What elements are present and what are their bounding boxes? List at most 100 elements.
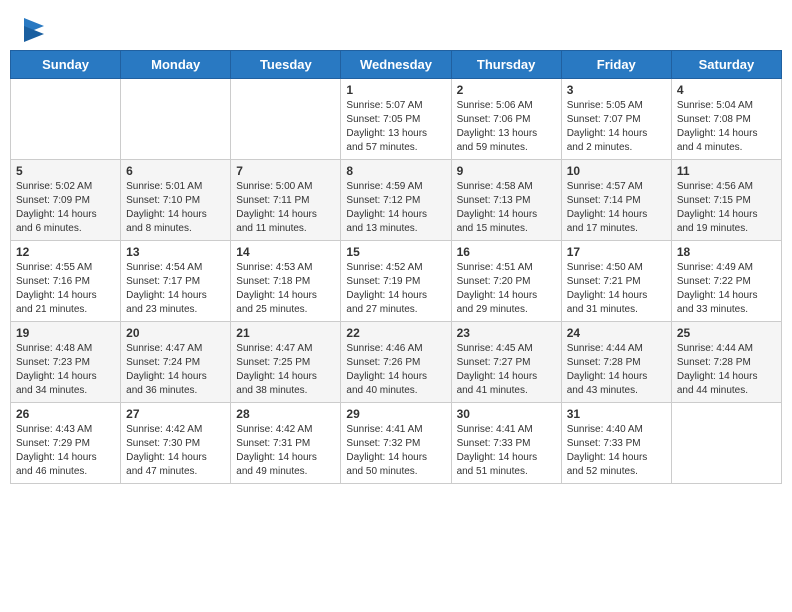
calendar-week-row: 1 Sunrise: 5:07 AMSunset: 7:05 PMDaylight… — [11, 79, 782, 160]
calendar-day-cell: 13 Sunrise: 4:54 AMSunset: 7:17 PMDayligh… — [121, 241, 231, 322]
calendar-day-cell: 8 Sunrise: 4:59 AMSunset: 7:12 PMDaylight… — [341, 160, 451, 241]
day-info: Sunrise: 4:56 AMSunset: 7:15 PMDaylight:… — [677, 180, 776, 236]
calendar-day-cell — [671, 403, 781, 484]
calendar-day-cell: 2Sunrise: 5:06 AMSunset: 7:06 PMDaylight… — [451, 79, 561, 160]
day-info: Sunrise: 5:02 AMSunset: 7:09 PMDaylight:… — [16, 180, 115, 236]
calendar-day-cell: 22 Sunrise: 4:46 AMSunset: 7:26 PMDayligh… — [341, 322, 451, 403]
day-of-week-header: Wednesday — [341, 51, 451, 79]
day-info: Sunrise: 4:57 AMSunset: 7:14 PMDaylight:… — [567, 180, 666, 236]
calendar-day-cell: 16 Sunrise: 4:51 AMSunset: 7:20 PMDayligh… — [451, 241, 561, 322]
day-number: 20 — [126, 326, 225, 340]
calendar-day-cell: 27 Sunrise: 4:42 AMSunset: 7:30 PMDayligh… — [121, 403, 231, 484]
day-info: Sunrise: 4:45 AMSunset: 7:27 PMDaylight:… — [457, 342, 556, 398]
day-number: 3 — [567, 83, 666, 97]
calendar-day-cell: 24Sunrise: 4:44 AMSunset: 7:28 PMDayligh… — [561, 322, 671, 403]
day-number: 28 — [236, 407, 335, 421]
calendar-header-row: SundayMondayTuesdayWednesdayThursdayFrid… — [11, 51, 782, 79]
day-number: 4 — [677, 83, 776, 97]
day-number: 6 — [126, 164, 225, 178]
day-info: Sunrise: 4:54 AMSunset: 7:17 PMDaylight:… — [126, 261, 225, 317]
day-info: Sunrise: 4:41 AMSunset: 7:32 PMDaylight:… — [346, 423, 445, 479]
day-number: 8 — [346, 164, 445, 178]
calendar-day-cell: 6 Sunrise: 5:01 AMSunset: 7:10 PMDaylight… — [121, 160, 231, 241]
day-info: Sunrise: 4:58 AMSunset: 7:13 PMDaylight:… — [457, 180, 556, 236]
day-number: 29 — [346, 407, 445, 421]
day-number: 9 — [457, 164, 556, 178]
calendar-day-cell: 15 Sunrise: 4:52 AMSunset: 7:19 PMDayligh… — [341, 241, 451, 322]
day-number: 25 — [677, 326, 776, 340]
day-info: Sunrise: 5:00 AMSunset: 7:11 PMDaylight:… — [236, 180, 335, 236]
calendar-day-cell — [121, 79, 231, 160]
day-number: 15 — [346, 245, 445, 259]
calendar-day-cell: 1 Sunrise: 5:07 AMSunset: 7:05 PMDaylight… — [341, 79, 451, 160]
day-info: Sunrise: 4:47 AMSunset: 7:25 PMDaylight:… — [236, 342, 335, 398]
day-info: Sunrise: 4:44 AMSunset: 7:28 PMDaylight:… — [567, 342, 666, 398]
day-number: 18 — [677, 245, 776, 259]
calendar-day-cell: 28 Sunrise: 4:42 AMSunset: 7:31 PMDayligh… — [231, 403, 341, 484]
calendar-day-cell: 11 Sunrise: 4:56 AMSunset: 7:15 PMDayligh… — [671, 160, 781, 241]
calendar-day-cell: 23 Sunrise: 4:45 AMSunset: 7:27 PMDayligh… — [451, 322, 561, 403]
day-of-week-header: Saturday — [671, 51, 781, 79]
calendar-week-row: 12Sunrise: 4:55 AMSunset: 7:16 PMDayligh… — [11, 241, 782, 322]
day-number: 30 — [457, 407, 556, 421]
day-of-week-header: Sunday — [11, 51, 121, 79]
calendar-table: SundayMondayTuesdayWednesdayThursdayFrid… — [10, 50, 782, 484]
calendar-day-cell: 4 Sunrise: 5:04 AMSunset: 7:08 PMDaylight… — [671, 79, 781, 160]
calendar-day-cell: 19 Sunrise: 4:48 AMSunset: 7:23 PMDayligh… — [11, 322, 121, 403]
calendar-day-cell: 25 Sunrise: 4:44 AMSunset: 7:28 PMDayligh… — [671, 322, 781, 403]
day-info: Sunrise: 4:50 AMSunset: 7:21 PMDaylight:… — [567, 261, 666, 317]
day-info: Sunrise: 5:04 AMSunset: 7:08 PMDaylight:… — [677, 99, 776, 155]
day-info: Sunrise: 4:42 AMSunset: 7:30 PMDaylight:… — [126, 423, 225, 479]
day-number: 26 — [16, 407, 115, 421]
day-number: 14 — [236, 245, 335, 259]
day-info: Sunrise: 4:51 AMSunset: 7:20 PMDaylight:… — [457, 261, 556, 317]
page-header — [10, 10, 782, 46]
day-number: 22 — [346, 326, 445, 340]
day-info: Sunrise: 4:44 AMSunset: 7:28 PMDaylight:… — [677, 342, 776, 398]
day-of-week-header: Monday — [121, 51, 231, 79]
day-number: 27 — [126, 407, 225, 421]
day-info: Sunrise: 4:48 AMSunset: 7:23 PMDaylight:… — [16, 342, 115, 398]
calendar-day-cell: 9 Sunrise: 4:58 AMSunset: 7:13 PMDaylight… — [451, 160, 561, 241]
day-number: 7 — [236, 164, 335, 178]
day-info: Sunrise: 4:55 AMSunset: 7:16 PMDaylight:… — [16, 261, 115, 317]
calendar-day-cell: 12Sunrise: 4:55 AMSunset: 7:16 PMDayligh… — [11, 241, 121, 322]
day-info: Sunrise: 4:40 AMSunset: 7:33 PMDaylight:… — [567, 423, 666, 479]
calendar-day-cell: 7 Sunrise: 5:00 AMSunset: 7:11 PMDaylight… — [231, 160, 341, 241]
calendar-day-cell: 5Sunrise: 5:02 AMSunset: 7:09 PMDaylight… — [11, 160, 121, 241]
day-number: 2 — [457, 83, 556, 97]
calendar-day-cell: 17Sunrise: 4:50 AMSunset: 7:21 PMDayligh… — [561, 241, 671, 322]
calendar-day-cell: 20 Sunrise: 4:47 AMSunset: 7:24 PMDayligh… — [121, 322, 231, 403]
logo-icon — [24, 18, 44, 42]
day-number: 13 — [126, 245, 225, 259]
day-info: Sunrise: 4:47 AMSunset: 7:24 PMDaylight:… — [126, 342, 225, 398]
day-info: Sunrise: 4:59 AMSunset: 7:12 PMDaylight:… — [346, 180, 445, 236]
day-number: 16 — [457, 245, 556, 259]
calendar-day-cell: 3 Sunrise: 5:05 AMSunset: 7:07 PMDaylight… — [561, 79, 671, 160]
day-info: Sunrise: 4:53 AMSunset: 7:18 PMDaylight:… — [236, 261, 335, 317]
day-number: 1 — [346, 83, 445, 97]
calendar-day-cell: 31Sunrise: 4:40 AMSunset: 7:33 PMDayligh… — [561, 403, 671, 484]
calendar-day-cell: 10 Sunrise: 4:57 AMSunset: 7:14 PMDayligh… — [561, 160, 671, 241]
calendar-day-cell: 14 Sunrise: 4:53 AMSunset: 7:18 PMDayligh… — [231, 241, 341, 322]
day-info: Sunrise: 4:41 AMSunset: 7:33 PMDaylight:… — [457, 423, 556, 479]
day-number: 10 — [567, 164, 666, 178]
day-number: 23 — [457, 326, 556, 340]
calendar-week-row: 26 Sunrise: 4:43 AMSunset: 7:29 PMDayligh… — [11, 403, 782, 484]
day-info: Sunrise: 4:43 AMSunset: 7:29 PMDaylight:… — [16, 423, 115, 479]
calendar-day-cell: 30 Sunrise: 4:41 AMSunset: 7:33 PMDayligh… — [451, 403, 561, 484]
day-info: Sunrise: 4:42 AMSunset: 7:31 PMDaylight:… — [236, 423, 335, 479]
logo — [20, 18, 44, 42]
calendar-day-cell — [11, 79, 121, 160]
day-number: 19 — [16, 326, 115, 340]
calendar-week-row: 19 Sunrise: 4:48 AMSunset: 7:23 PMDayligh… — [11, 322, 782, 403]
calendar-week-row: 5Sunrise: 5:02 AMSunset: 7:09 PMDaylight… — [11, 160, 782, 241]
day-info: Sunrise: 5:01 AMSunset: 7:10 PMDaylight:… — [126, 180, 225, 236]
day-info: Sunrise: 4:46 AMSunset: 7:26 PMDaylight:… — [346, 342, 445, 398]
day-of-week-header: Tuesday — [231, 51, 341, 79]
calendar-day-cell: 26 Sunrise: 4:43 AMSunset: 7:29 PMDayligh… — [11, 403, 121, 484]
day-info: Sunrise: 5:07 AMSunset: 7:05 PMDaylight:… — [346, 99, 445, 155]
day-number: 11 — [677, 164, 776, 178]
day-info: Sunrise: 4:52 AMSunset: 7:19 PMDaylight:… — [346, 261, 445, 317]
day-info: Sunrise: 5:05 AMSunset: 7:07 PMDaylight:… — [567, 99, 666, 155]
